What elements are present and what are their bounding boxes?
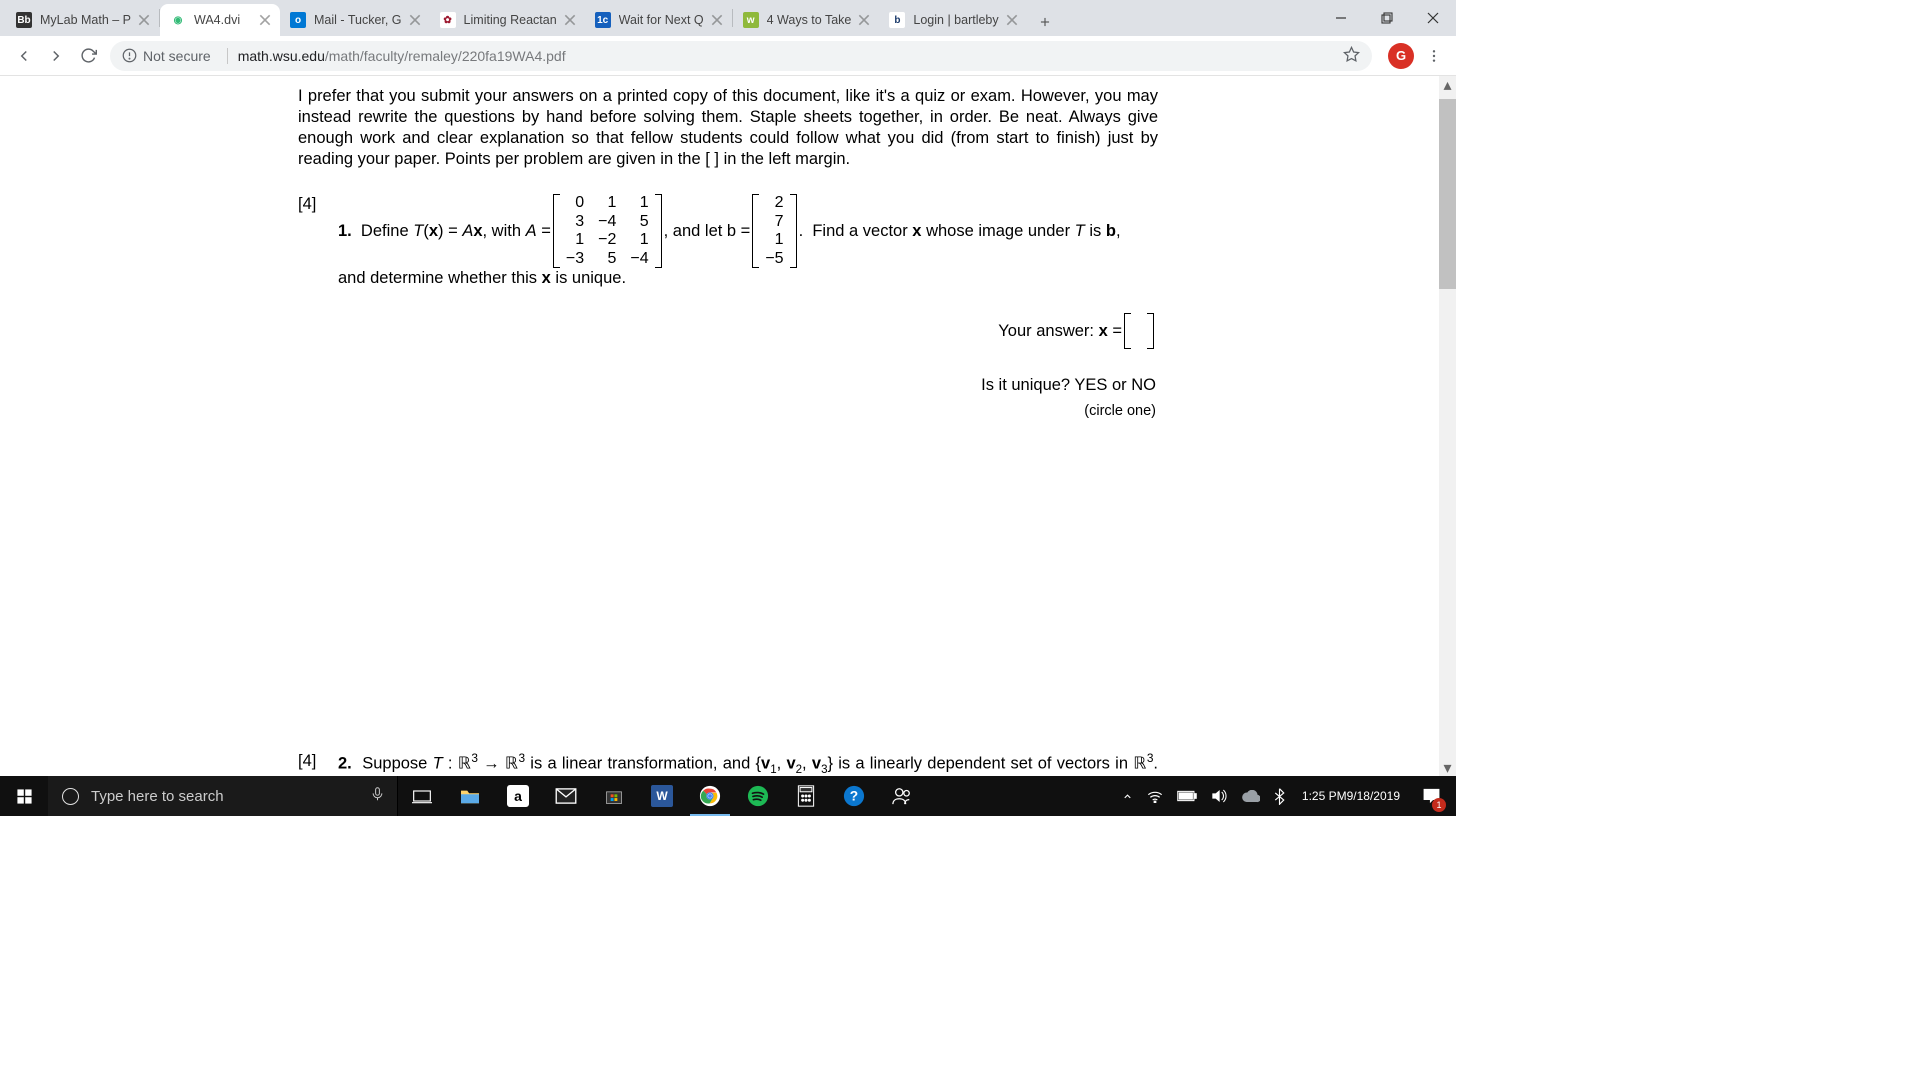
favicon: 1c — [595, 12, 611, 28]
q1-tail: . Find a vector x whose image under T is… — [799, 221, 1121, 242]
wifi-icon[interactable] — [1140, 776, 1170, 816]
browser-tab[interactable]: ✿ Limiting Reactan — [430, 4, 585, 36]
tab-title: Login | bartleby — [913, 13, 998, 27]
answer-block: Your answer: x = Is it unique? YES or NO… — [338, 313, 1158, 421]
bluetooth-icon[interactable] — [1267, 776, 1292, 816]
close-tab-icon[interactable] — [258, 13, 272, 27]
amazon-icon[interactable]: a — [494, 776, 542, 816]
word-icon[interactable]: W — [638, 776, 686, 816]
problem-2: [4] 2. Suppose T : ℝ3 → ℝ3 is a linear t… — [298, 751, 1158, 776]
clock-time: 1:25 PM — [1302, 789, 1347, 803]
url-text: math.wsu.edu/math/faculty/remaley/220fa1… — [238, 48, 566, 64]
points-label: [4] — [298, 751, 338, 776]
close-tab-icon[interactable] — [710, 13, 724, 27]
windows-taskbar: Type here to search a W ? 1:25 PM 9/18/2… — [0, 776, 1456, 816]
start-button[interactable] — [0, 776, 48, 816]
file-explorer-icon[interactable] — [446, 776, 494, 816]
onedrive-icon[interactable] — [1234, 776, 1267, 816]
notification-badge: 1 — [1432, 798, 1446, 812]
answer-matrix-blank — [1124, 313, 1154, 349]
browser-tab[interactable]: Bb MyLab Math – P — [6, 4, 159, 36]
spotify-icon[interactable] — [734, 776, 782, 816]
close-tab-icon[interactable] — [1005, 13, 1019, 27]
favicon: b — [889, 12, 905, 28]
close-tab-icon[interactable] — [857, 13, 871, 27]
scroll-down-arrow[interactable]: ▾ — [1439, 759, 1456, 776]
tab-title: 4 Ways to Take — [767, 13, 852, 27]
browser-toolbar: Not secure math.wsu.edu/math/faculty/rem… — [0, 36, 1456, 76]
taskbar-clock[interactable]: 1:25 PM 9/18/2019 — [1292, 776, 1410, 816]
help-icon[interactable]: ? — [830, 776, 878, 816]
window-controls — [1318, 0, 1456, 36]
mail-icon[interactable] — [542, 776, 590, 816]
favicon: w — [743, 12, 759, 28]
battery-icon[interactable] — [1170, 776, 1204, 816]
points-label: [4] — [298, 194, 338, 426]
action-center-button[interactable]: 1 — [1410, 776, 1452, 816]
tray-chevron-icon[interactable] — [1115, 776, 1140, 816]
unique-question: Is it unique? YES or NO — [338, 375, 1156, 396]
calculator-icon[interactable] — [782, 776, 830, 816]
problem-1: [4] 1. Define T(x) = Ax, with A = 0113−4… — [298, 194, 1158, 426]
tab-title: Mail - Tucker, G — [314, 13, 402, 27]
vertical-scrollbar[interactable]: ▴ ▾ — [1439, 76, 1456, 776]
circle-one: (circle one) — [338, 402, 1156, 421]
answer-label: Your answer: x = — [998, 321, 1122, 342]
search-placeholder: Type here to search — [91, 788, 224, 805]
bookmark-star-icon[interactable] — [1343, 46, 1360, 66]
tab-title: Wait for Next Q — [619, 13, 704, 27]
profile-avatar[interactable]: G — [1388, 43, 1414, 69]
intro-paragraph: I prefer that you submit your answers on… — [298, 86, 1158, 170]
maximize-button[interactable] — [1364, 0, 1410, 36]
browser-tab[interactable]: b Login | bartleby — [879, 4, 1026, 36]
matrix-A: 0113−451−21−35−4 — [553, 194, 662, 268]
favicon: ✿ — [440, 12, 456, 28]
clock-date: 9/18/2019 — [1347, 789, 1400, 803]
browser-tab[interactable]: w 4 Ways to Take — [733, 4, 880, 36]
close-tab-icon[interactable] — [408, 13, 422, 27]
people-icon[interactable] — [878, 776, 926, 816]
browser-tab[interactable]: 1c Wait for Next Q — [585, 4, 732, 36]
tab-title: MyLab Math – P — [40, 13, 131, 27]
svg-text:?: ? — [850, 789, 858, 804]
address-bar[interactable]: Not secure math.wsu.edu/math/faculty/rem… — [110, 41, 1372, 71]
ms-store-icon[interactable] — [590, 776, 638, 816]
tab-title: Limiting Reactan — [464, 13, 557, 27]
q1-lead: 1. Define T(x) = Ax, with A = — [338, 221, 551, 242]
browser-tab[interactable]: o Mail - Tucker, G — [280, 4, 430, 36]
close-tab-icon[interactable] — [563, 13, 577, 27]
security-label: Not secure — [143, 48, 211, 64]
tab-title: WA4.dvi — [194, 13, 252, 27]
q2-text: 2. Suppose T : ℝ3 → ℝ3 is a linear trans… — [338, 751, 1158, 776]
new-tab-button[interactable] — [1031, 8, 1059, 36]
chrome-menu-button[interactable] — [1420, 48, 1448, 64]
taskbar-pinned-apps: a W ? — [398, 776, 926, 816]
taskbar-search[interactable]: Type here to search — [48, 776, 398, 816]
pdf-page: I prefer that you submit your answers on… — [298, 76, 1158, 776]
volume-icon[interactable] — [1204, 776, 1234, 816]
scroll-up-arrow[interactable]: ▴ — [1439, 76, 1456, 93]
page-viewport: I prefer that you submit your answers on… — [0, 76, 1456, 776]
back-button[interactable] — [8, 40, 40, 72]
browser-tabstrip: Bb MyLab Math – P ◉ WA4.dvi o Mail - Tucker, … — [0, 0, 1456, 36]
close-window-button[interactable] — [1410, 0, 1456, 36]
chrome-icon[interactable] — [686, 776, 734, 816]
favicon: o — [290, 12, 306, 28]
mic-icon[interactable] — [370, 784, 385, 808]
forward-button[interactable] — [40, 40, 72, 72]
favicon: ◉ — [170, 12, 186, 28]
reload-button[interactable] — [72, 40, 104, 72]
close-tab-icon[interactable] — [137, 13, 151, 27]
browser-tab[interactable]: ◉ WA4.dvi — [160, 4, 280, 36]
vector-b: 271−5 — [752, 194, 796, 268]
scroll-thumb[interactable] — [1439, 99, 1456, 289]
security-indicator[interactable]: Not secure — [122, 48, 211, 64]
task-view-button[interactable] — [398, 776, 446, 816]
q1-line2: and determine whether this x is unique. — [338, 268, 1158, 289]
system-tray: 1:25 PM 9/18/2019 1 — [1115, 776, 1456, 816]
q1-mid: , and let b = — [664, 221, 751, 242]
cortana-circle-icon — [62, 788, 79, 805]
minimize-button[interactable] — [1318, 0, 1364, 36]
favicon: Bb — [16, 12, 32, 28]
